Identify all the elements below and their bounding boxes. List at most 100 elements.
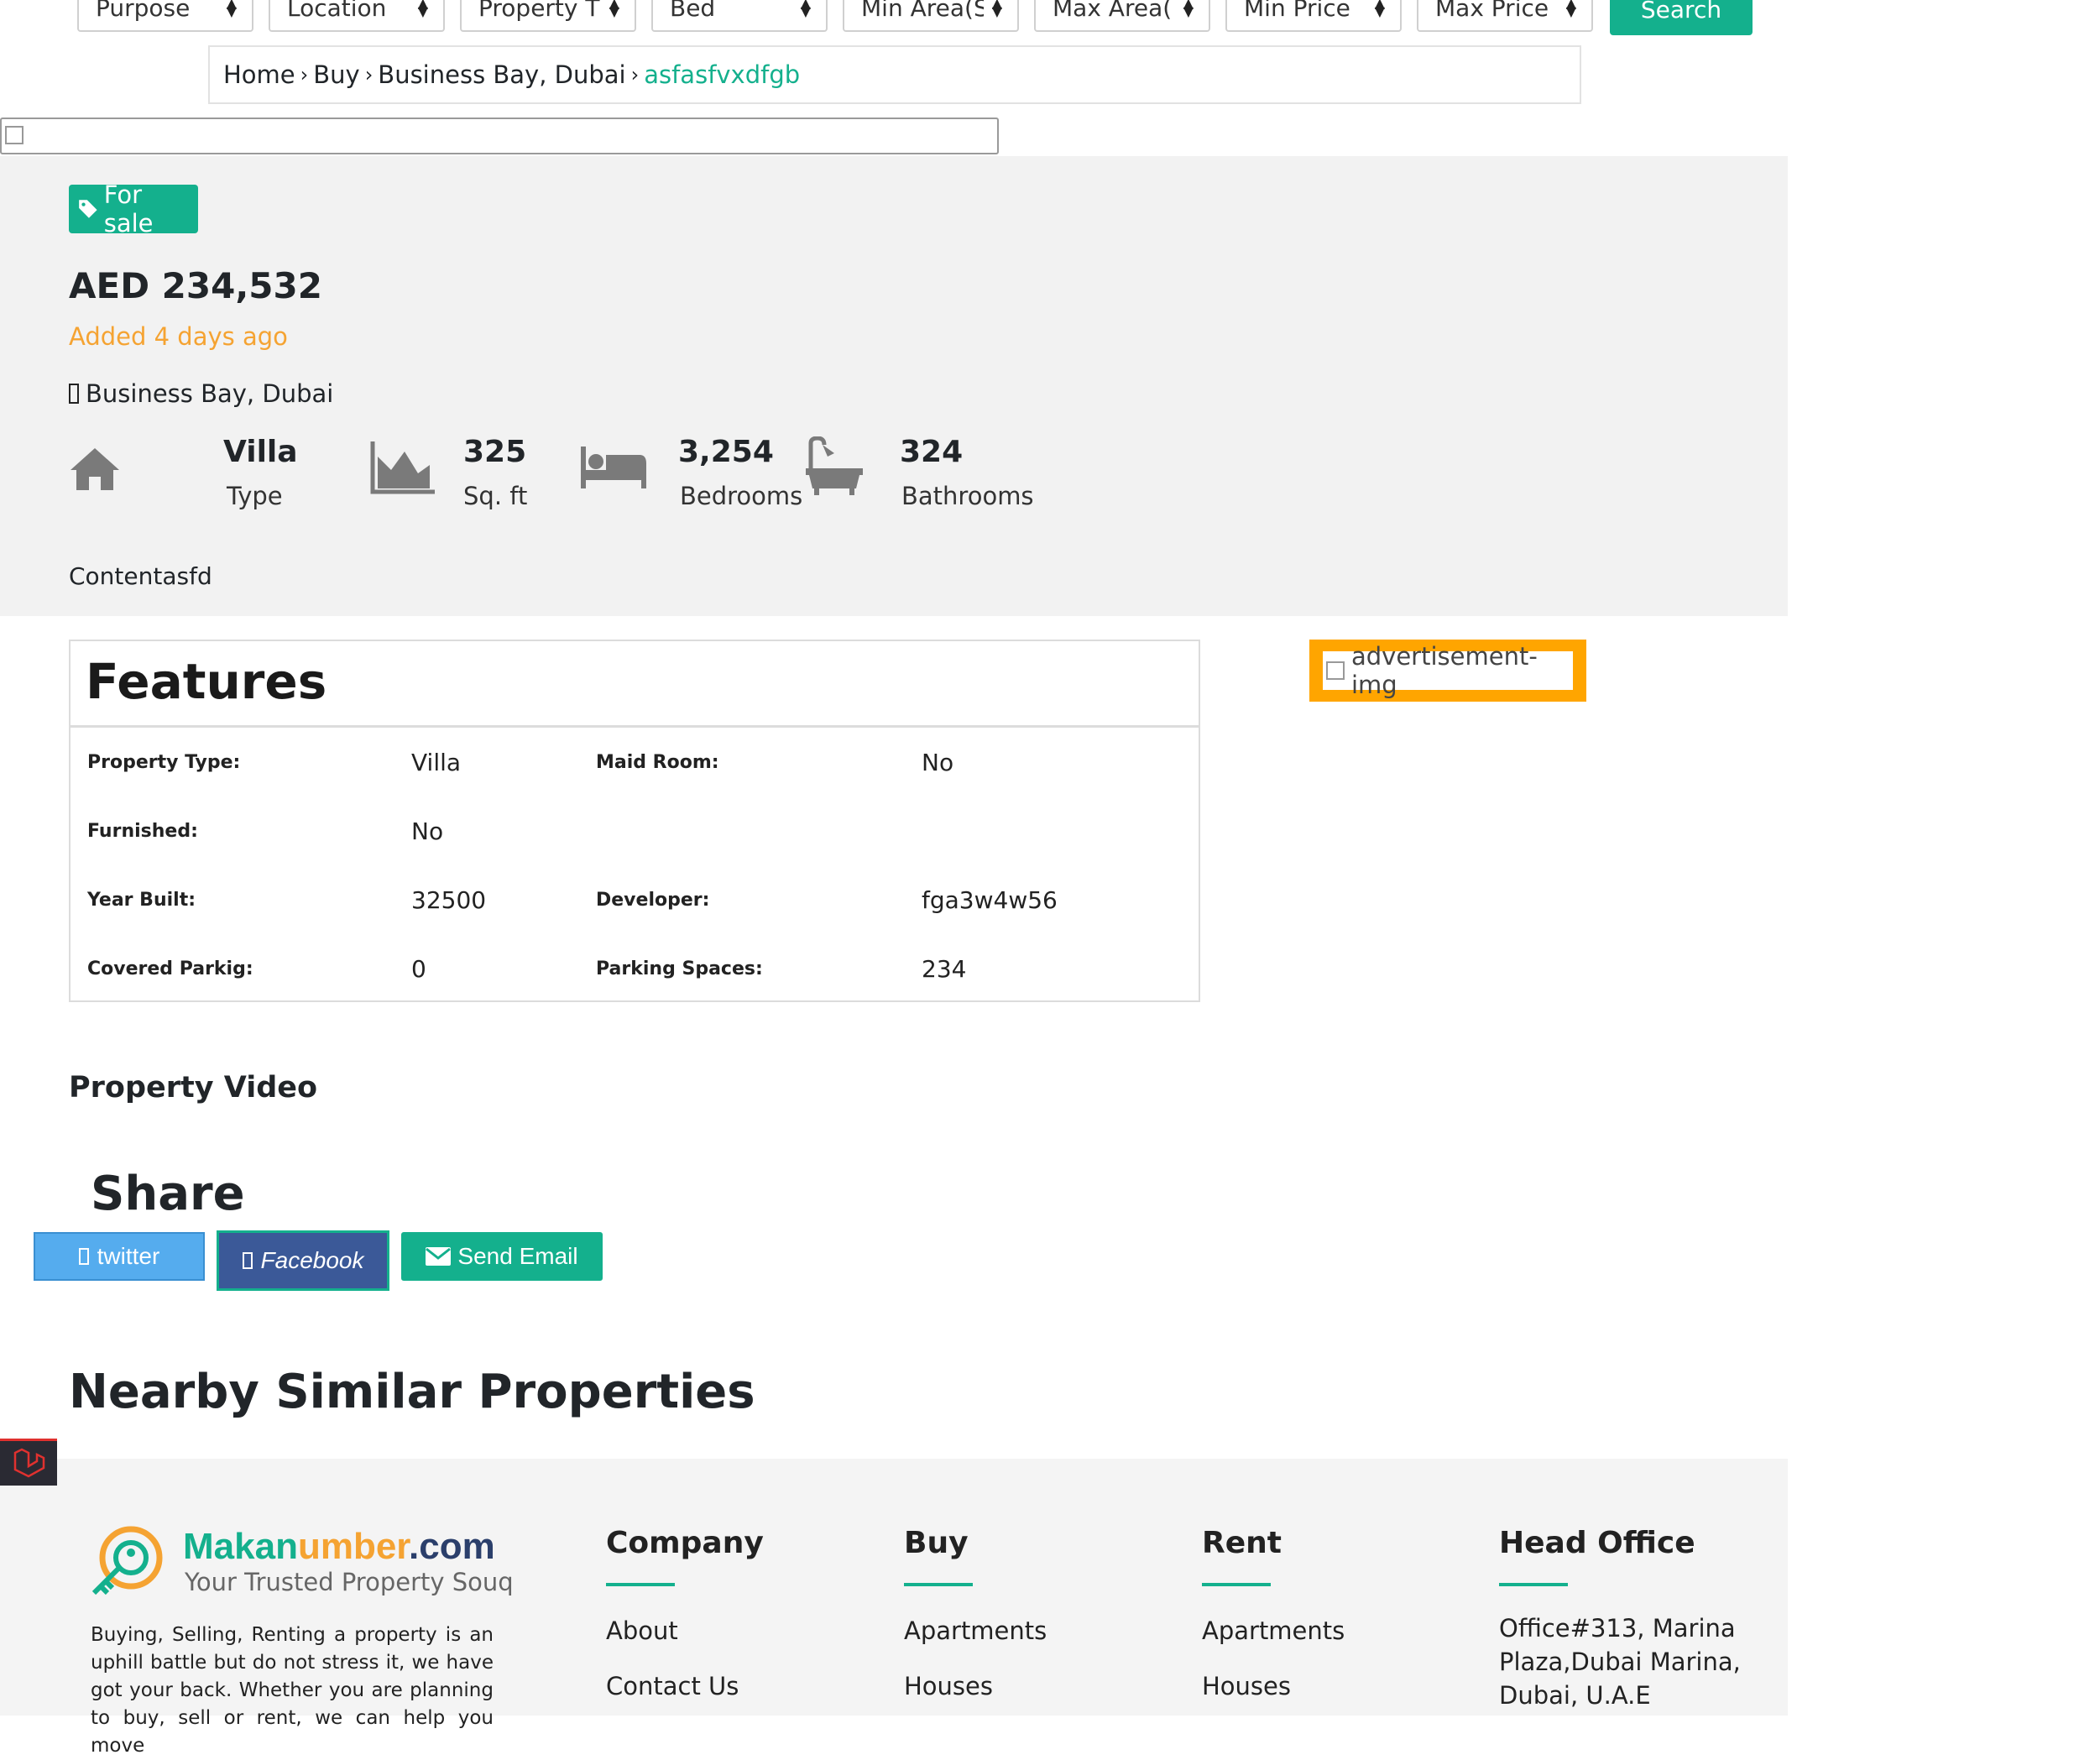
debugbar-toggle[interactable] (0, 1439, 57, 1486)
footer-link-buy-apartments[interactable]: Apartments (904, 1616, 1047, 1645)
footer-buy-heading: Buy (904, 1526, 969, 1560)
tag-icon (79, 200, 97, 218)
footer-link-about[interactable]: About (606, 1616, 678, 1645)
feature-key: Year Built: (87, 890, 196, 911)
sort-arrows-icon: ▲ ▼ (226, 0, 237, 19)
min-area-select[interactable]: Min Area(S ▲ ▼ (843, 0, 1019, 32)
feature-key: Covered Parkig: (87, 958, 253, 979)
min-price-select[interactable]: Min Price ▲ ▼ (1225, 0, 1402, 32)
location-select[interactable]: Location ▲ ▼ (269, 0, 445, 32)
email-share-button[interactable]: Send Email (401, 1232, 603, 1281)
share-heading: Share (91, 1167, 245, 1221)
type-value: Villa (223, 435, 298, 469)
bed-select[interactable]: Bed ▲ ▼ (651, 0, 828, 32)
sort-arrows-icon: ▲ ▼ (417, 0, 428, 19)
brand-name-part: umber (297, 1526, 409, 1567)
max-price-select[interactable]: Max Price ▲ ▼ (1417, 0, 1593, 32)
type-label: Type (227, 482, 283, 510)
property-type-select-label: Property T (478, 0, 600, 22)
status-badge: For sale (69, 180, 198, 238)
twitter-share-button[interactable]: twitter (34, 1232, 205, 1281)
office-address: Office#313, Marina Plaza,Dubai Marina, D… (1499, 1614, 1741, 1710)
bed-icon (581, 447, 646, 488)
breadcrumb-location-link[interactable]: Business Bay, Dubai (378, 60, 625, 89)
email-share-label: Send Email (457, 1243, 578, 1269)
feature-value: 32500 (411, 886, 487, 914)
advertisement-alt-text: advertisement-img (1351, 642, 1538, 699)
divider (606, 1583, 675, 1586)
purpose-select[interactable]: Purpose ▲ ▼ (77, 0, 253, 32)
sort-arrows-icon: ▲ ▼ (800, 0, 811, 19)
twitter-share-label: twitter (97, 1243, 160, 1269)
footer-link-buy-houses[interactable]: Houses (904, 1672, 993, 1700)
divider (1499, 1583, 1568, 1586)
facebook-share-label: Facebook (260, 1247, 364, 1273)
status-badge-label: For sale (103, 180, 154, 238)
breadcrumb-current: asfasfvxdfgb (644, 60, 801, 89)
breadcrumb: Home › Buy › Business Bay, Dubai › asfas… (208, 45, 1581, 104)
chevron-right-icon: › (630, 63, 640, 86)
home-icon (71, 448, 119, 490)
sort-arrows-icon: ▲ ▼ (1374, 0, 1385, 19)
property-description: Contentasfd (69, 562, 212, 590)
breadcrumb-buy-link[interactable]: Buy (313, 60, 359, 89)
map-marker-icon (69, 384, 79, 404)
footer-link-rent-houses[interactable]: Houses (1202, 1672, 1291, 1700)
property-video-heading: Property Video (69, 1071, 318, 1105)
feature-value: 0 (411, 955, 426, 983)
footer-link-rent-apartments[interactable]: Apartments (1202, 1616, 1345, 1645)
features-table: Features Property Type: Villa Maid Room:… (69, 640, 1200, 1002)
min-area-select-label: Min Area(S (861, 0, 984, 22)
bathrooms-label: Bathrooms (901, 482, 1034, 510)
nearby-heading: Nearby Similar Properties (69, 1365, 755, 1419)
divider (1202, 1583, 1271, 1586)
bedrooms-value: 3,254 (678, 435, 774, 469)
property-banner-image (0, 118, 999, 154)
logo-icon (91, 1526, 163, 1595)
footer-link-contact[interactable]: Contact Us (606, 1672, 739, 1700)
brand-name: Makanumber.com (183, 1526, 495, 1568)
twitter-icon (78, 1248, 89, 1265)
min-price-select-label: Min Price (1244, 0, 1350, 22)
features-title: Features (86, 653, 327, 710)
chevron-right-icon: › (364, 63, 374, 86)
envelope-icon (426, 1247, 452, 1266)
sort-arrows-icon: ▲ ▼ (1565, 0, 1576, 19)
advertisement-banner[interactable]: advertisement-img (1309, 640, 1586, 702)
breadcrumb-home-link[interactable]: Home (223, 60, 295, 89)
feature-key: Property Type: (87, 752, 241, 773)
property-type-select[interactable]: Property T ▲ ▼ (460, 0, 636, 32)
facebook-icon (242, 1252, 253, 1269)
feature-value: Villa (411, 749, 462, 776)
bed-select-label: Bed (670, 0, 716, 22)
broken-image-icon (5, 126, 24, 144)
bathtub-icon (806, 436, 863, 495)
feature-value: fga3w4w56 (922, 886, 1058, 914)
property-price: AED 234,532 (69, 265, 322, 306)
bathrooms-value: 324 (900, 435, 964, 469)
footer-rent-heading: Rent (1202, 1526, 1282, 1560)
area-label: Sq. ft (463, 482, 528, 510)
search-button[interactable]: Search (1610, 0, 1753, 35)
sort-arrows-icon: ▲ ▼ (609, 0, 619, 19)
laravel-icon (13, 1448, 45, 1478)
feature-key: Furnished: (87, 821, 198, 842)
footer-office-heading: Head Office (1499, 1526, 1695, 1560)
facebook-share-button[interactable]: Facebook (217, 1230, 389, 1291)
brand-name-part: .com (409, 1526, 495, 1567)
brand-name-part: Makan (183, 1526, 298, 1567)
feature-value: 234 (922, 955, 967, 983)
bedrooms-label: Bedrooms (680, 482, 803, 510)
feature-value: No (411, 817, 444, 845)
property-location-text: Business Bay, Dubai (86, 379, 334, 408)
purpose-select-label: Purpose (96, 0, 191, 22)
area-value: 325 (463, 435, 527, 469)
max-area-select[interactable]: Max Area( ▲ ▼ (1034, 0, 1210, 32)
feature-key: Maid Room: (596, 752, 719, 773)
broken-image-icon (1326, 661, 1345, 680)
property-location: Business Bay, Dubai (69, 379, 333, 408)
max-area-select-label: Max Area( (1053, 0, 1173, 22)
sort-arrows-icon: ▲ ▼ (991, 0, 1002, 19)
brand-tagline: Your Trusted Property Souq (185, 1568, 514, 1596)
advertisement-image: advertisement-img (1323, 642, 1573, 699)
